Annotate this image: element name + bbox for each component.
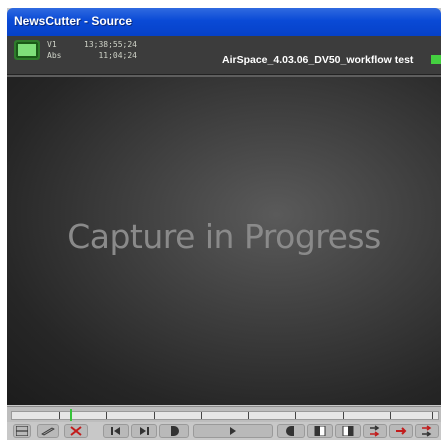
position-bar[interactable]	[7, 406, 441, 422]
overwrite-icon	[342, 426, 354, 436]
pen-icon	[41, 427, 55, 436]
title-bar[interactable]: NewsCutter - Source	[7, 8, 441, 36]
mark-clip-button[interactable]	[64, 424, 88, 438]
mark-in-button[interactable]	[277, 424, 305, 438]
step-forward-icon	[140, 427, 149, 435]
play-icon	[230, 427, 236, 435]
video-viewer[interactable]: Capture in Progress	[7, 75, 441, 405]
menu-button[interactable]	[13, 424, 31, 438]
menu-icon	[16, 426, 28, 436]
insert-icon	[422, 425, 432, 437]
window-title: NewsCutter - Source	[14, 14, 133, 28]
mark-out-button[interactable]	[159, 424, 189, 438]
mark-in-icon	[286, 426, 294, 436]
step-back-button[interactable]	[103, 424, 129, 438]
position-track[interactable]	[11, 409, 439, 421]
abs-label: Abs	[47, 51, 62, 60]
mark-clip-icon	[70, 426, 82, 436]
step-forward-button[interactable]	[131, 424, 157, 438]
position-tick	[59, 412, 60, 419]
position-tick	[432, 412, 433, 419]
position-tick	[106, 412, 107, 419]
abs-timecode: 11;04;24	[98, 51, 137, 60]
track-timecode: 13;38;55;24	[84, 40, 137, 49]
transport-controls	[7, 422, 441, 440]
clip-name[interactable]: AirSpace_4.03.06_DV50_workflow test	[222, 54, 413, 66]
overwrite-button[interactable]	[335, 424, 361, 438]
splice-icon	[314, 426, 326, 436]
playhead-indicator[interactable]	[70, 409, 72, 421]
lift-button[interactable]	[363, 424, 387, 438]
lift-icon	[370, 425, 380, 437]
step-back-icon	[111, 427, 120, 435]
splice-button[interactable]	[307, 424, 333, 438]
record-led-icon[interactable]	[14, 40, 40, 60]
position-tick	[248, 412, 249, 419]
pen-button[interactable]	[37, 424, 59, 438]
capture-message: Capture in Progress	[67, 217, 381, 256]
source-window: NewsCutter - Source V1 13;38;55;24 Abs 1…	[7, 8, 441, 440]
extract-button[interactable]	[389, 424, 413, 438]
position-tick	[154, 412, 155, 419]
extract-icon	[396, 427, 407, 435]
mark-out-icon	[171, 426, 179, 436]
position-tick	[343, 412, 344, 419]
clip-status-icon	[431, 55, 441, 64]
source-info-bar: V1 13;38;55;24 Abs 11;04;24 AirSpace_4.0…	[7, 36, 441, 75]
track-label: V1	[47, 40, 57, 49]
position-tick	[201, 412, 202, 419]
position-tick	[390, 412, 391, 419]
position-tick	[295, 412, 296, 419]
insert-button[interactable]	[415, 424, 439, 438]
play-button[interactable]	[193, 424, 273, 438]
